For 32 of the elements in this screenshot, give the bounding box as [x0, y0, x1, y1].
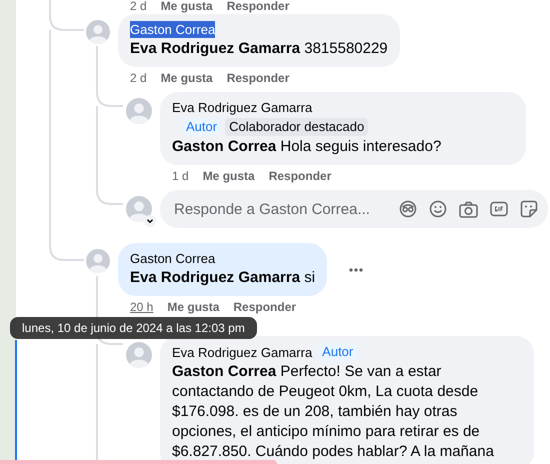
- author-name[interactable]: Gaston Correa: [130, 250, 216, 267]
- reply-box[interactable]: Responde a Gaston Correa...: [160, 190, 548, 228]
- comment-text: Gaston Correa Hola seguis interesado?: [172, 137, 442, 157]
- like-button[interactable]: Me gusta: [202, 168, 255, 184]
- author-name[interactable]: Eva Rodriguez Gamarra: [172, 344, 312, 360]
- author-name[interactable]: Eva Rodriguez Gamarra: [172, 99, 312, 116]
- comment-text: Eva Rodriguez Gamarra si: [130, 268, 316, 288]
- avatar-sticker-icon[interactable]: [399, 200, 417, 218]
- contributor-badge: Colaborador destacado: [225, 118, 368, 136]
- reply-button[interactable]: Responder: [226, 0, 290, 12]
- reply-button[interactable]: Responder: [233, 299, 296, 315]
- sticker-icon[interactable]: [520, 200, 538, 218]
- emoji-icon[interactable]: [429, 200, 447, 218]
- camera-icon[interactable]: [459, 200, 478, 218]
- timestamp-link[interactable]: 20 h: [130, 299, 154, 315]
- like-button[interactable]: Me gusta: [160, 0, 213, 12]
- reply-button[interactable]: Responder: [226, 70, 290, 86]
- more-icon[interactable]: [349, 268, 364, 272]
- date-tooltip: lunes, 10 de junio de 2024 a las 12:03 pm: [10, 317, 257, 339]
- like-button[interactable]: Me gusta: [160, 70, 213, 86]
- like-button[interactable]: Me gusta: [167, 299, 220, 315]
- comment-text: Eva Rodriguez Gamarra 3815580229: [130, 39, 388, 59]
- timestamp-link[interactable]: 2 d: [130, 70, 147, 86]
- author-badge: Autor: [182, 118, 222, 136]
- chevron-icon[interactable]: [144, 215, 156, 227]
- reply-field[interactable]: Responde a Gaston Correa...: [172, 200, 399, 218]
- reply-button[interactable]: Responder: [268, 168, 332, 184]
- timestamp-link[interactable]: 2 d: [130, 0, 147, 12]
- comment-text: Gaston Correa Perfecto! Se van a estar contactando de Peugeot 0km, La cuota desde $176.098. es de un 208, también hay otras opciones, el anticipo mínimo para retirar es de $6.827.850. Cuándo podes hablar? A la mañana: [172, 362, 495, 462]
- timestamp-link[interactable]: 1 d: [172, 168, 189, 184]
- gif-icon[interactable]: [490, 201, 508, 217]
- author-badge: Autor: [318, 343, 358, 361]
